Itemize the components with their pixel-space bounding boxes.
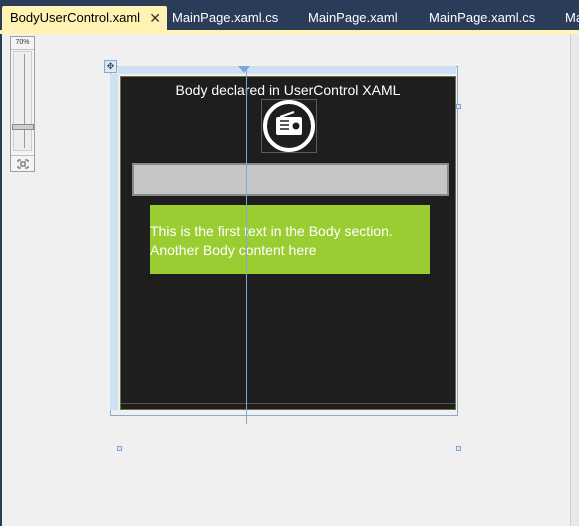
- zoom-slider-track[interactable]: [13, 51, 32, 151]
- resize-grip-bottom-left[interactable]: [117, 446, 122, 451]
- tab-mainpage-xaml[interactable]: MainPage.xaml: [308, 6, 398, 30]
- tab-body-user-control[interactable]: BodyUserControl.xaml ✕: [2, 6, 167, 30]
- body-content-panel: This is the first text in the Body secti…: [150, 205, 430, 274]
- column-guide-line: [246, 66, 247, 424]
- vertical-scrollbar[interactable]: [570, 34, 579, 526]
- document-tab-strip: BodyUserControl.xaml ✕ MainPage.xaml.cs …: [0, 0, 579, 30]
- resize-grip-bottom-right[interactable]: [456, 446, 461, 451]
- zoom-percent: 70%: [11, 37, 34, 50]
- zoom-slider-rail: [24, 54, 25, 148]
- tab-label: BodyUserControl.xaml: [10, 10, 141, 25]
- body-title: Body declared in UserControl XAML: [175, 82, 401, 98]
- column-ruler[interactable]: [118, 66, 456, 74]
- tab-label: Ma: [565, 10, 579, 25]
- close-icon[interactable]: ✕: [149, 6, 161, 30]
- user-control-root[interactable]: Body declared in UserControl XAML This i…: [120, 76, 456, 410]
- move-handle-icon[interactable]: ✥: [104, 60, 117, 73]
- body-textbox[interactable]: [132, 163, 449, 196]
- row-ruler[interactable]: [110, 74, 118, 410]
- tab-label: MainPage.xaml.cs: [172, 10, 279, 25]
- radio-icon[interactable]: [261, 99, 317, 153]
- row-divider: [121, 403, 455, 404]
- tab-mainpage-xaml-cs-2[interactable]: MainPage.xaml.cs: [429, 6, 535, 30]
- body-text-line-2: Another Body content here: [150, 242, 317, 258]
- zoom-control: 70%: [10, 36, 35, 172]
- tab-mainpage-xaml-cs[interactable]: MainPage.xaml.cs: [172, 6, 278, 30]
- tab-overflow[interactable]: Ma: [565, 6, 579, 30]
- resize-grip-top-right[interactable]: [456, 104, 461, 109]
- tab-label: MainPage.xaml.cs: [429, 10, 536, 25]
- fit-to-screen-icon[interactable]: [11, 155, 34, 172]
- body-text-line-1: This is the first text in the Body secti…: [150, 223, 393, 239]
- tab-label: MainPage.xaml: [308, 10, 398, 25]
- zoom-slider-thumb[interactable]: [12, 124, 34, 130]
- column-marker-icon[interactable]: [238, 66, 250, 73]
